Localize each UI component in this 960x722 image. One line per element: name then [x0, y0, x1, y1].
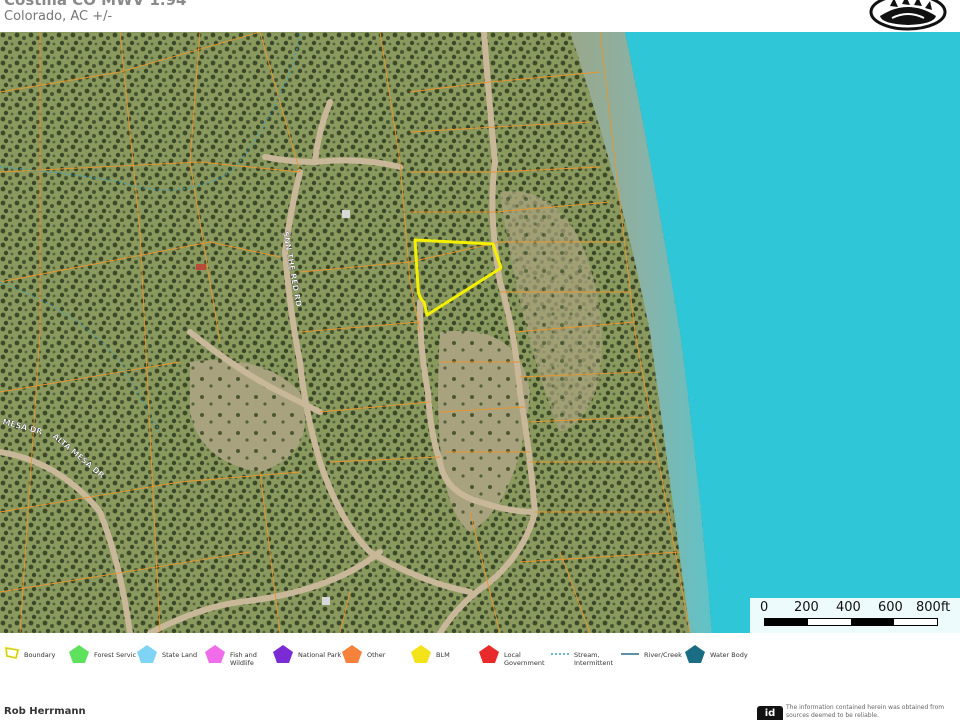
scale-labels: 0 200 400 600 800ft: [758, 600, 958, 616]
scale-graphic: [764, 618, 938, 626]
map-canvas: SNN THE RED RD MESA DR ALTA MESA DR: [0, 32, 960, 633]
legend-label: Stream, Intermittent: [574, 651, 614, 667]
legend-item-blm: BLM: [410, 644, 486, 664]
legend-item-local-government: Local Government: [478, 644, 554, 667]
legend-item-national-park: National Park: [272, 644, 348, 664]
company-logo-icon: id: [757, 706, 783, 720]
legend-item-state-land: State Land: [136, 644, 212, 664]
building: [196, 264, 206, 270]
map-title: Costilla CO MWV 1.94: [4, 0, 187, 9]
state-land-swatch-icon: [137, 645, 157, 663]
map-subtitle: Colorado, AC +/-: [4, 9, 113, 24]
scale-label: 0: [760, 600, 769, 615]
legend-item-river: River/Creek: [620, 644, 694, 664]
legend-item-forest-service: Forest Servic: [68, 644, 144, 664]
scale-label: 200: [794, 600, 819, 615]
legend-item-fish-wildlife: Fish and Wildlife: [204, 644, 280, 667]
satellite-map[interactable]: SNN THE RED RD MESA DR ALTA MESA DR: [0, 32, 960, 633]
legend-item-water-body: Water Body: [684, 644, 760, 664]
building: [322, 597, 330, 605]
legend-item-stream: Stream, Intermittent: [550, 644, 624, 667]
legend-item-boundary: Boundary: [4, 644, 74, 660]
bear-paw-logo-icon: [869, 0, 947, 31]
scale-label: 400: [836, 600, 861, 615]
fish-wildlife-swatch-icon: [205, 645, 225, 663]
scale-label: 600: [878, 600, 903, 615]
blm-swatch-icon: [411, 645, 431, 663]
scale-label: 800ft: [916, 600, 951, 615]
other-swatch-icon: [342, 645, 362, 663]
scale-bar: 0 200 400 600 800ft: [750, 598, 960, 633]
stream-line-icon: [551, 653, 569, 655]
map-header: Costilla CO MWV 1.94 Colorado, AC +/-: [0, 0, 960, 32]
building: [342, 210, 350, 218]
river-line-icon: [621, 653, 639, 655]
boundary-swatch-icon: [4, 646, 20, 660]
disclaimer-text: The information contained herein was obt…: [786, 704, 945, 719]
national-park-swatch-icon: [273, 645, 293, 663]
agent-name: Rob Herrmann: [4, 706, 86, 717]
map-legend: Boundary Forest Servic State Land Fish a…: [0, 640, 960, 674]
water-body-swatch-icon: [685, 645, 705, 663]
legend-label: Boundary: [24, 651, 56, 659]
legend-label: Water Body: [710, 651, 748, 659]
legend-item-other: Other: [341, 644, 417, 664]
local-government-swatch-icon: [479, 645, 499, 663]
forest-service-swatch-icon: [69, 645, 89, 663]
legend-label: Local Government: [504, 651, 545, 667]
